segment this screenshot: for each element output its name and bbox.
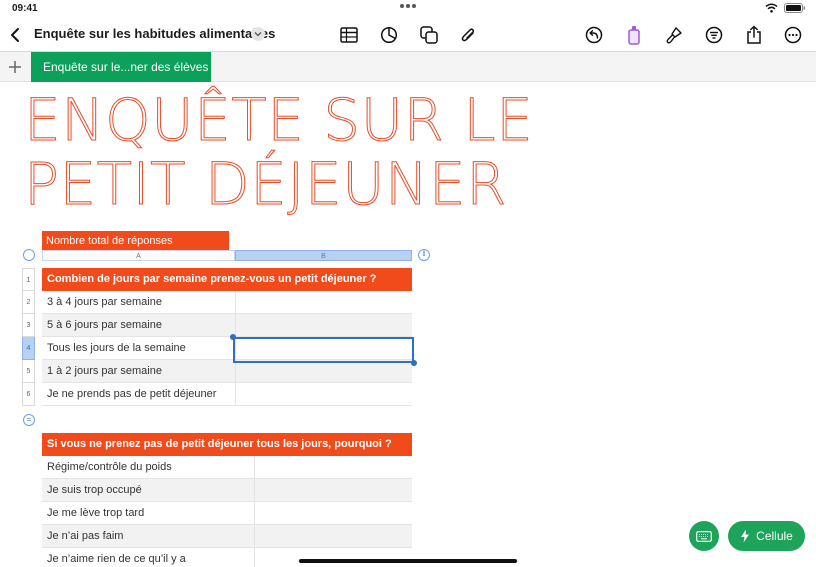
organize-icon[interactable]: [703, 24, 725, 46]
keyboard-button[interactable]: [689, 521, 719, 551]
home-indicator[interactable]: [299, 559, 517, 563]
table-row: Je n’ai pas faim: [42, 525, 412, 548]
table-icon[interactable]: [338, 24, 360, 46]
table-title[interactable]: Nombre total de réponses: [42, 231, 229, 250]
selection-handle-top[interactable]: [230, 334, 236, 340]
row-header-6[interactable]: 6: [22, 383, 35, 406]
table-row: 1 à 2 jours par semaine: [42, 360, 412, 383]
share-icon[interactable]: [743, 24, 765, 46]
table-cell[interactable]: Je suis trop occupé: [42, 479, 254, 501]
table-row: Je ne prends pas de petit déjeuner: [42, 383, 412, 406]
status-bar: 09:41: [0, 0, 816, 18]
breakfast-reasons-table: Si vous ne prenez pas de petit déjeuner …: [42, 433, 412, 567]
table-cell[interactable]: Je ne prends pas de petit déjeuner: [42, 383, 235, 405]
sheet-tab-active[interactable]: Enquête sur le...ner des élèves: [31, 52, 211, 82]
paperclip-icon[interactable]: [457, 24, 479, 46]
table-row: Je me lève trop tard: [42, 502, 412, 525]
undo-icon[interactable]: [583, 24, 605, 46]
toolbar: Enquête sur les habitudes alimentaires: [0, 18, 816, 52]
sheet-tab-bar: Enquête sur le...ner des élèves: [0, 52, 816, 82]
table-cell[interactable]: Je n’aime rien de ce qu’il y a: [42, 548, 254, 567]
table-row: 5 à 6 jours par semaine: [42, 314, 412, 337]
row-headers: 1 2 3 4 5 6: [22, 268, 35, 406]
table-cell-empty[interactable]: [235, 383, 412, 405]
status-time: 09:41: [12, 3, 38, 14]
table-cell-empty[interactable]: [254, 548, 412, 567]
page-title-line-1: ENQUÊTE SUR LE: [23, 86, 534, 154]
column-header-a[interactable]: A: [42, 250, 235, 261]
table-cell[interactable]: 5 à 6 jours par semaine: [42, 314, 235, 336]
table-header-cell[interactable]: Combien de jours par semaine prenez-vous…: [42, 268, 412, 291]
lightning-icon: [741, 529, 750, 543]
keyboard-icon: [696, 530, 712, 542]
chevron-down-icon[interactable]: [251, 27, 265, 41]
numbers-app-screen: 09:41 Enquête sur les habitudes alimenta…: [0, 0, 816, 567]
table-cell[interactable]: Je me lève trop tard: [42, 502, 254, 524]
add-sheet-icon[interactable]: [6, 58, 24, 76]
document-title[interactable]: Enquête sur les habitudes alimentaires: [34, 26, 275, 41]
table-cell-empty[interactable]: [235, 291, 412, 313]
table-cell-empty[interactable]: [235, 360, 412, 382]
more-icon[interactable]: [782, 24, 804, 46]
table-move-handle-icon[interactable]: [23, 249, 35, 261]
wifi-icon: [765, 3, 778, 13]
row-header-5[interactable]: 5: [22, 360, 35, 383]
selection-handle-bottom[interactable]: [411, 360, 417, 366]
row-header-3[interactable]: 3: [22, 314, 35, 337]
back-chevron-icon[interactable]: [4, 24, 26, 46]
table-cell[interactable]: 1 à 2 jours par semaine: [42, 360, 235, 382]
row-header-2[interactable]: 2: [22, 291, 35, 314]
row-header-4[interactable]: 4: [22, 337, 35, 360]
table-row: Je suis trop occupé: [42, 479, 412, 502]
format-brush-icon[interactable]: [623, 24, 645, 46]
table-cell-empty[interactable]: [254, 502, 412, 524]
selected-cell-b4[interactable]: [233, 337, 414, 363]
row-header-1[interactable]: 1: [22, 268, 35, 291]
table-cell-empty[interactable]: [254, 456, 412, 478]
table-header-cell[interactable]: Si vous ne prenez pas de petit déjeuner …: [42, 433, 412, 456]
page-title-line-2: PETIT DÉJEUNER: [23, 150, 507, 218]
table-cell[interactable]: Régime/contrôle du poids: [42, 456, 254, 478]
chart-icon[interactable]: [378, 24, 400, 46]
shapes-icon[interactable]: [418, 24, 440, 46]
column-header-b[interactable]: B: [235, 250, 412, 261]
table-cell-empty[interactable]: [254, 479, 412, 501]
table-cell[interactable]: 3 à 4 jours par semaine: [42, 291, 235, 313]
table-cell[interactable]: Je n’ai pas faim: [42, 525, 254, 547]
table-row: 3 à 4 jours par semaine: [42, 291, 412, 314]
row-resize-handle-icon[interactable]: =: [23, 414, 35, 426]
battery-icon: [784, 3, 806, 13]
table-row: Je n’aime rien de ce qu’il y a: [42, 548, 412, 567]
multitasking-dots-icon[interactable]: [400, 4, 416, 8]
table-cell-empty[interactable]: [235, 314, 412, 336]
cell-button-label: Cellule: [756, 529, 793, 543]
page-title[interactable]: ENQUÊTE SUR LE PETIT DÉJEUNER: [23, 86, 534, 218]
table-cell[interactable]: Tous les jours de la semaine: [42, 337, 235, 359]
table-cell-empty[interactable]: [254, 525, 412, 547]
cell-button[interactable]: Cellule: [728, 521, 805, 551]
table-row: Régime/contrôle du poids: [42, 456, 412, 479]
paintbrush-icon[interactable]: [663, 24, 685, 46]
column-resize-handle-icon[interactable]: ‖: [418, 249, 430, 261]
